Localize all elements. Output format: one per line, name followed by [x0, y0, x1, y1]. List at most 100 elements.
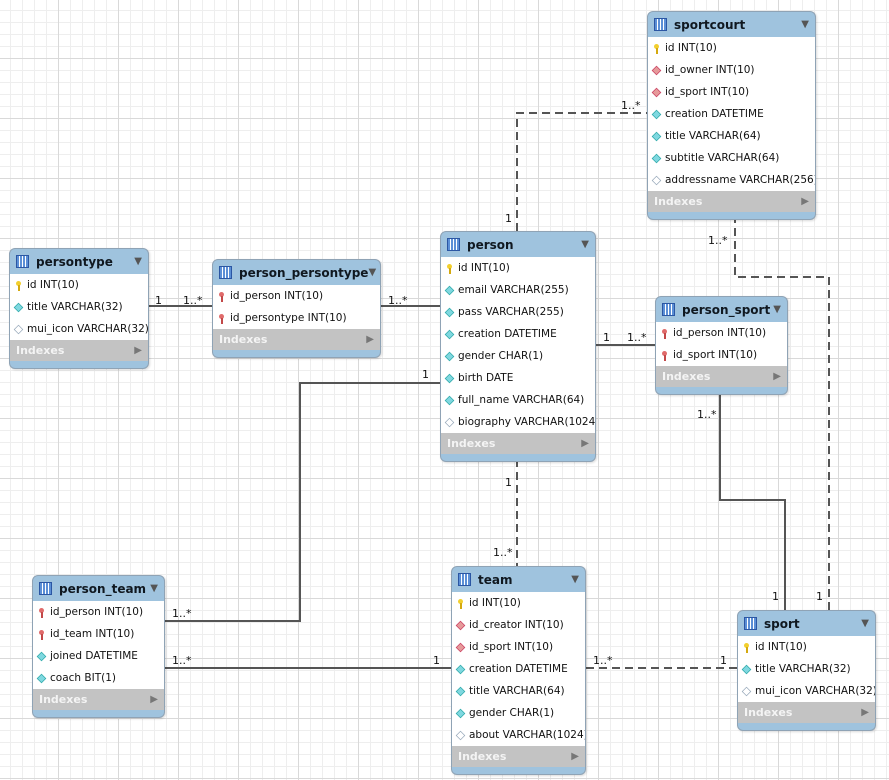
table-header[interactable]: sportcourt ▼ — [648, 12, 815, 37]
indexes-label: Indexes — [16, 344, 65, 357]
not-null-column-icon — [455, 686, 466, 696]
column-row[interactable]: id_sport INT(10) — [648, 81, 815, 103]
column-row[interactable]: id INT(10) — [738, 636, 875, 658]
indexes-label: Indexes — [447, 437, 496, 450]
not-null-column-icon — [651, 153, 662, 163]
column-text: id INT(10) — [755, 641, 807, 653]
column-row[interactable]: gender CHAR(1) — [452, 702, 585, 724]
table-name: sport — [764, 616, 800, 631]
column-row[interactable]: addressname VARCHAR(256) — [648, 169, 815, 191]
column-row[interactable]: id_creator INT(10) — [452, 614, 585, 636]
table-person[interactable]: person ▼ id INT(10) email VARCHAR(255) pass … — [440, 231, 596, 462]
column-row[interactable]: birth DATE — [441, 367, 595, 389]
indexes-section[interactable]: Indexes ▶ — [648, 191, 815, 212]
primary-key-icon — [14, 280, 23, 291]
table-icon — [447, 238, 460, 251]
column-row[interactable]: id_owner INT(10) — [648, 59, 815, 81]
column-row[interactable]: subtitle VARCHAR(64) — [648, 147, 815, 169]
column-row[interactable]: id INT(10) — [648, 37, 815, 59]
expand-arrow-icon[interactable]: ▶ — [571, 751, 579, 762]
column-row[interactable]: creation DATETIME — [452, 658, 585, 680]
expand-arrow-icon[interactable]: ▶ — [150, 694, 158, 705]
table-header[interactable]: persontype ▼ — [10, 249, 148, 274]
column-row[interactable]: mui_icon VARCHAR(32) — [738, 680, 875, 702]
expand-arrow-icon[interactable]: ▶ — [134, 345, 142, 356]
column-row[interactable]: id_sport INT(10) — [452, 636, 585, 658]
column-row[interactable]: mui_icon VARCHAR(32) — [10, 318, 148, 340]
column-row[interactable]: creation DATETIME — [648, 103, 815, 125]
column-row[interactable]: title VARCHAR(64) — [452, 680, 585, 702]
table-header[interactable]: person_team ▼ — [33, 576, 164, 601]
column-row[interactable]: full_name VARCHAR(64) — [441, 389, 595, 411]
cardinality-label: 1..* — [593, 654, 613, 667]
expand-arrow-icon[interactable]: ▶ — [773, 371, 781, 382]
table-header[interactable]: team ▼ — [452, 567, 585, 592]
expand-arrow-icon[interactable]: ▶ — [366, 334, 374, 345]
table-header[interactable]: sport ▼ — [738, 611, 875, 636]
column-row[interactable]: id INT(10) — [10, 274, 148, 296]
column-row[interactable]: pass VARCHAR(255) — [441, 301, 595, 323]
cardinality-label: 1 — [816, 590, 823, 603]
column-row[interactable]: email VARCHAR(255) — [441, 279, 595, 301]
column-row[interactable]: id_person INT(10) — [656, 322, 787, 344]
table-sport[interactable]: sport ▼ id INT(10) title VARCHAR(32) mui_ico… — [737, 610, 876, 731]
collapse-arrow-icon[interactable]: ▼ — [581, 239, 589, 250]
table-person_team[interactable]: person_team ▼ id_person INT(10) id_team INT… — [32, 575, 165, 718]
expand-arrow-icon[interactable]: ▶ — [801, 196, 809, 207]
collapse-arrow-icon[interactable]: ▼ — [801, 19, 809, 30]
column-text: id_person INT(10) — [673, 327, 767, 339]
table-person_persontype[interactable]: person_persontype ▼ id_person INT(10) id_pe… — [212, 259, 381, 358]
column-row[interactable]: title VARCHAR(32) — [738, 658, 875, 680]
column-row[interactable]: joined DATETIME — [33, 645, 164, 667]
collapse-arrow-icon[interactable]: ▼ — [773, 304, 781, 315]
column-row[interactable]: coach BIT(1) — [33, 667, 164, 689]
collapse-arrow-icon[interactable]: ▼ — [150, 583, 158, 594]
collapse-arrow-icon[interactable]: ▼ — [134, 256, 142, 267]
table-header[interactable]: person_persontype ▼ — [213, 260, 380, 285]
indexes-section[interactable]: Indexes ▶ — [10, 340, 148, 361]
foreign-primary-key-icon — [37, 607, 46, 618]
indexes-section[interactable]: Indexes ▶ — [33, 689, 164, 710]
table-icon — [219, 266, 232, 279]
column-row[interactable]: title VARCHAR(64) — [648, 125, 815, 147]
indexes-section[interactable]: Indexes ▶ — [213, 329, 380, 350]
column-row[interactable]: id_person INT(10) — [33, 601, 164, 623]
indexes-label: Indexes — [458, 750, 507, 763]
column-row[interactable]: id_persontype INT(10) — [213, 307, 380, 329]
expand-arrow-icon[interactable]: ▶ — [581, 438, 589, 449]
table-person_sport[interactable]: person_sport ▼ id_person INT(10) id_sport I… — [655, 296, 788, 395]
relationship-sport-sportcourt[interactable] — [734, 216, 830, 610]
relationship-person-sportcourt[interactable] — [516, 112, 647, 231]
indexes-section[interactable]: Indexes ▶ — [452, 746, 585, 767]
table-persontype[interactable]: persontype ▼ id INT(10) title VARCHAR(32) mu… — [9, 248, 149, 369]
column-row[interactable]: creation DATETIME — [441, 323, 595, 345]
expand-arrow-icon[interactable]: ▶ — [861, 707, 869, 718]
column-row[interactable]: gender CHAR(1) — [441, 345, 595, 367]
column-row[interactable]: id_person INT(10) — [213, 285, 380, 307]
indexes-label: Indexes — [219, 333, 268, 346]
table-icon — [744, 617, 757, 630]
table-team[interactable]: team ▼ id INT(10) id_creator INT(10) id_spor… — [451, 566, 586, 775]
nullable-column-icon — [13, 324, 24, 334]
column-row[interactable]: title VARCHAR(32) — [10, 296, 148, 318]
table-icon — [16, 255, 29, 268]
cardinality-label: 1 — [155, 294, 162, 307]
column-row[interactable]: id_team INT(10) — [33, 623, 164, 645]
column-row[interactable]: id INT(10) — [441, 257, 595, 279]
nullable-column-icon — [741, 686, 752, 696]
relationship-person-person_team[interactable] — [162, 382, 440, 622]
collapse-arrow-icon[interactable]: ▼ — [368, 267, 376, 278]
relationship-sport-person_sport[interactable] — [719, 392, 786, 610]
collapse-arrow-icon[interactable]: ▼ — [861, 618, 869, 629]
collapse-arrow-icon[interactable]: ▼ — [571, 574, 579, 585]
column-row[interactable]: id_sport INT(10) — [656, 344, 787, 366]
indexes-section[interactable]: Indexes ▶ — [441, 433, 595, 454]
indexes-section[interactable]: Indexes ▶ — [738, 702, 875, 723]
indexes-section[interactable]: Indexes ▶ — [656, 366, 787, 387]
column-row[interactable]: id INT(10) — [452, 592, 585, 614]
column-row[interactable]: about VARCHAR(1024) — [452, 724, 585, 746]
table-header[interactable]: person_sport ▼ — [656, 297, 787, 322]
table-sportcourt[interactable]: sportcourt ▼ id INT(10) id_owner INT(10) id_… — [647, 11, 816, 220]
column-row[interactable]: biography VARCHAR(1024) — [441, 411, 595, 433]
table-header[interactable]: person ▼ — [441, 232, 595, 257]
